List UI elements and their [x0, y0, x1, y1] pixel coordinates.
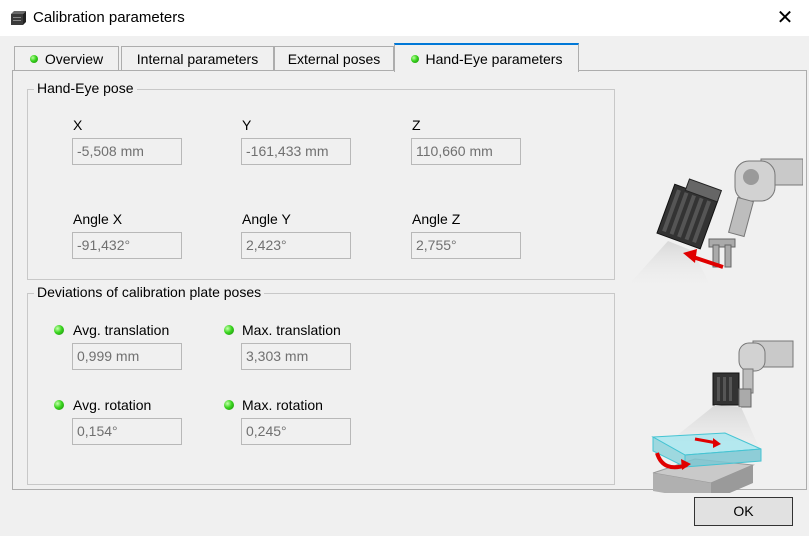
tab-label: External poses — [287, 51, 381, 67]
tab-label: Overview — [44, 51, 104, 67]
group-title: Hand-Eye pose — [34, 80, 137, 96]
close-icon[interactable]: ✕ — [772, 6, 798, 30]
avg-translation-label: Avg. translation — [73, 322, 170, 338]
angle-y-field: 2,423° — [241, 232, 351, 259]
camera-box-icon — [11, 11, 26, 25]
tab-content-panel: Hand-Eye pose X -5,508 mm Y -161,433 mm … — [12, 70, 807, 493]
max-rotation-field: 0,245° — [241, 418, 351, 445]
green-status-dot-icon — [224, 325, 234, 335]
window-title: Calibration parameters — [33, 9, 185, 26]
tab-external-poses[interactable]: External poses — [274, 46, 394, 71]
green-status-dot-icon — [54, 325, 64, 335]
max-translation-label: Max. translation — [242, 322, 341, 338]
avg-rotation-field: 0,154° — [72, 418, 182, 445]
angle-x-label: Angle X — [73, 211, 123, 227]
calibration-plate-illustration — [645, 340, 794, 493]
tab-label: Hand-Eye parameters — [425, 50, 563, 67]
green-status-dot-icon — [54, 400, 64, 410]
max-translation-field: 3,303 mm — [241, 343, 351, 370]
group-title: Deviations of calibration plate poses — [34, 284, 265, 300]
tab-internal-parameters[interactable]: Internal parameters — [121, 46, 274, 71]
green-status-dot-icon — [224, 400, 234, 410]
angle-y-label: Angle Y — [242, 211, 291, 227]
z-field: 110,660 mm — [411, 138, 521, 165]
green-status-dot-icon — [410, 54, 419, 63]
z-label: Z — [412, 117, 421, 133]
dialog-client-area: Overview Internal parameters External po… — [0, 36, 809, 536]
y-field: -161,433 mm — [241, 138, 351, 165]
hand-eye-camera-illustration — [623, 158, 803, 291]
tab-overview[interactable]: Overview — [14, 46, 119, 71]
ok-button[interactable]: OK — [694, 497, 793, 526]
angle-z-label: Angle Z — [412, 211, 461, 227]
avg-rotation-label: Avg. rotation — [73, 397, 152, 413]
angle-z-field: 2,755° — [411, 232, 521, 259]
title-bar: Calibration parameters ✕ — [0, 0, 809, 36]
avg-translation-field: 0,999 mm — [72, 343, 182, 370]
y-label: Y — [242, 117, 252, 133]
max-rotation-label: Max. rotation — [242, 397, 323, 413]
x-field: -5,508 mm — [72, 138, 182, 165]
hand-eye-pose-group: Hand-Eye pose X -5,508 mm Y -161,433 mm … — [27, 80, 615, 280]
tab-label: Internal parameters — [136, 51, 259, 67]
angle-x-field: -91,432° — [72, 232, 182, 259]
deviations-group: Deviations of calibration plate poses Av… — [27, 284, 615, 485]
green-status-dot-icon — [29, 55, 38, 63]
tab-hand-eye-parameters[interactable]: Hand-Eye parameters — [394, 43, 579, 72]
x-label: X — [73, 117, 83, 133]
